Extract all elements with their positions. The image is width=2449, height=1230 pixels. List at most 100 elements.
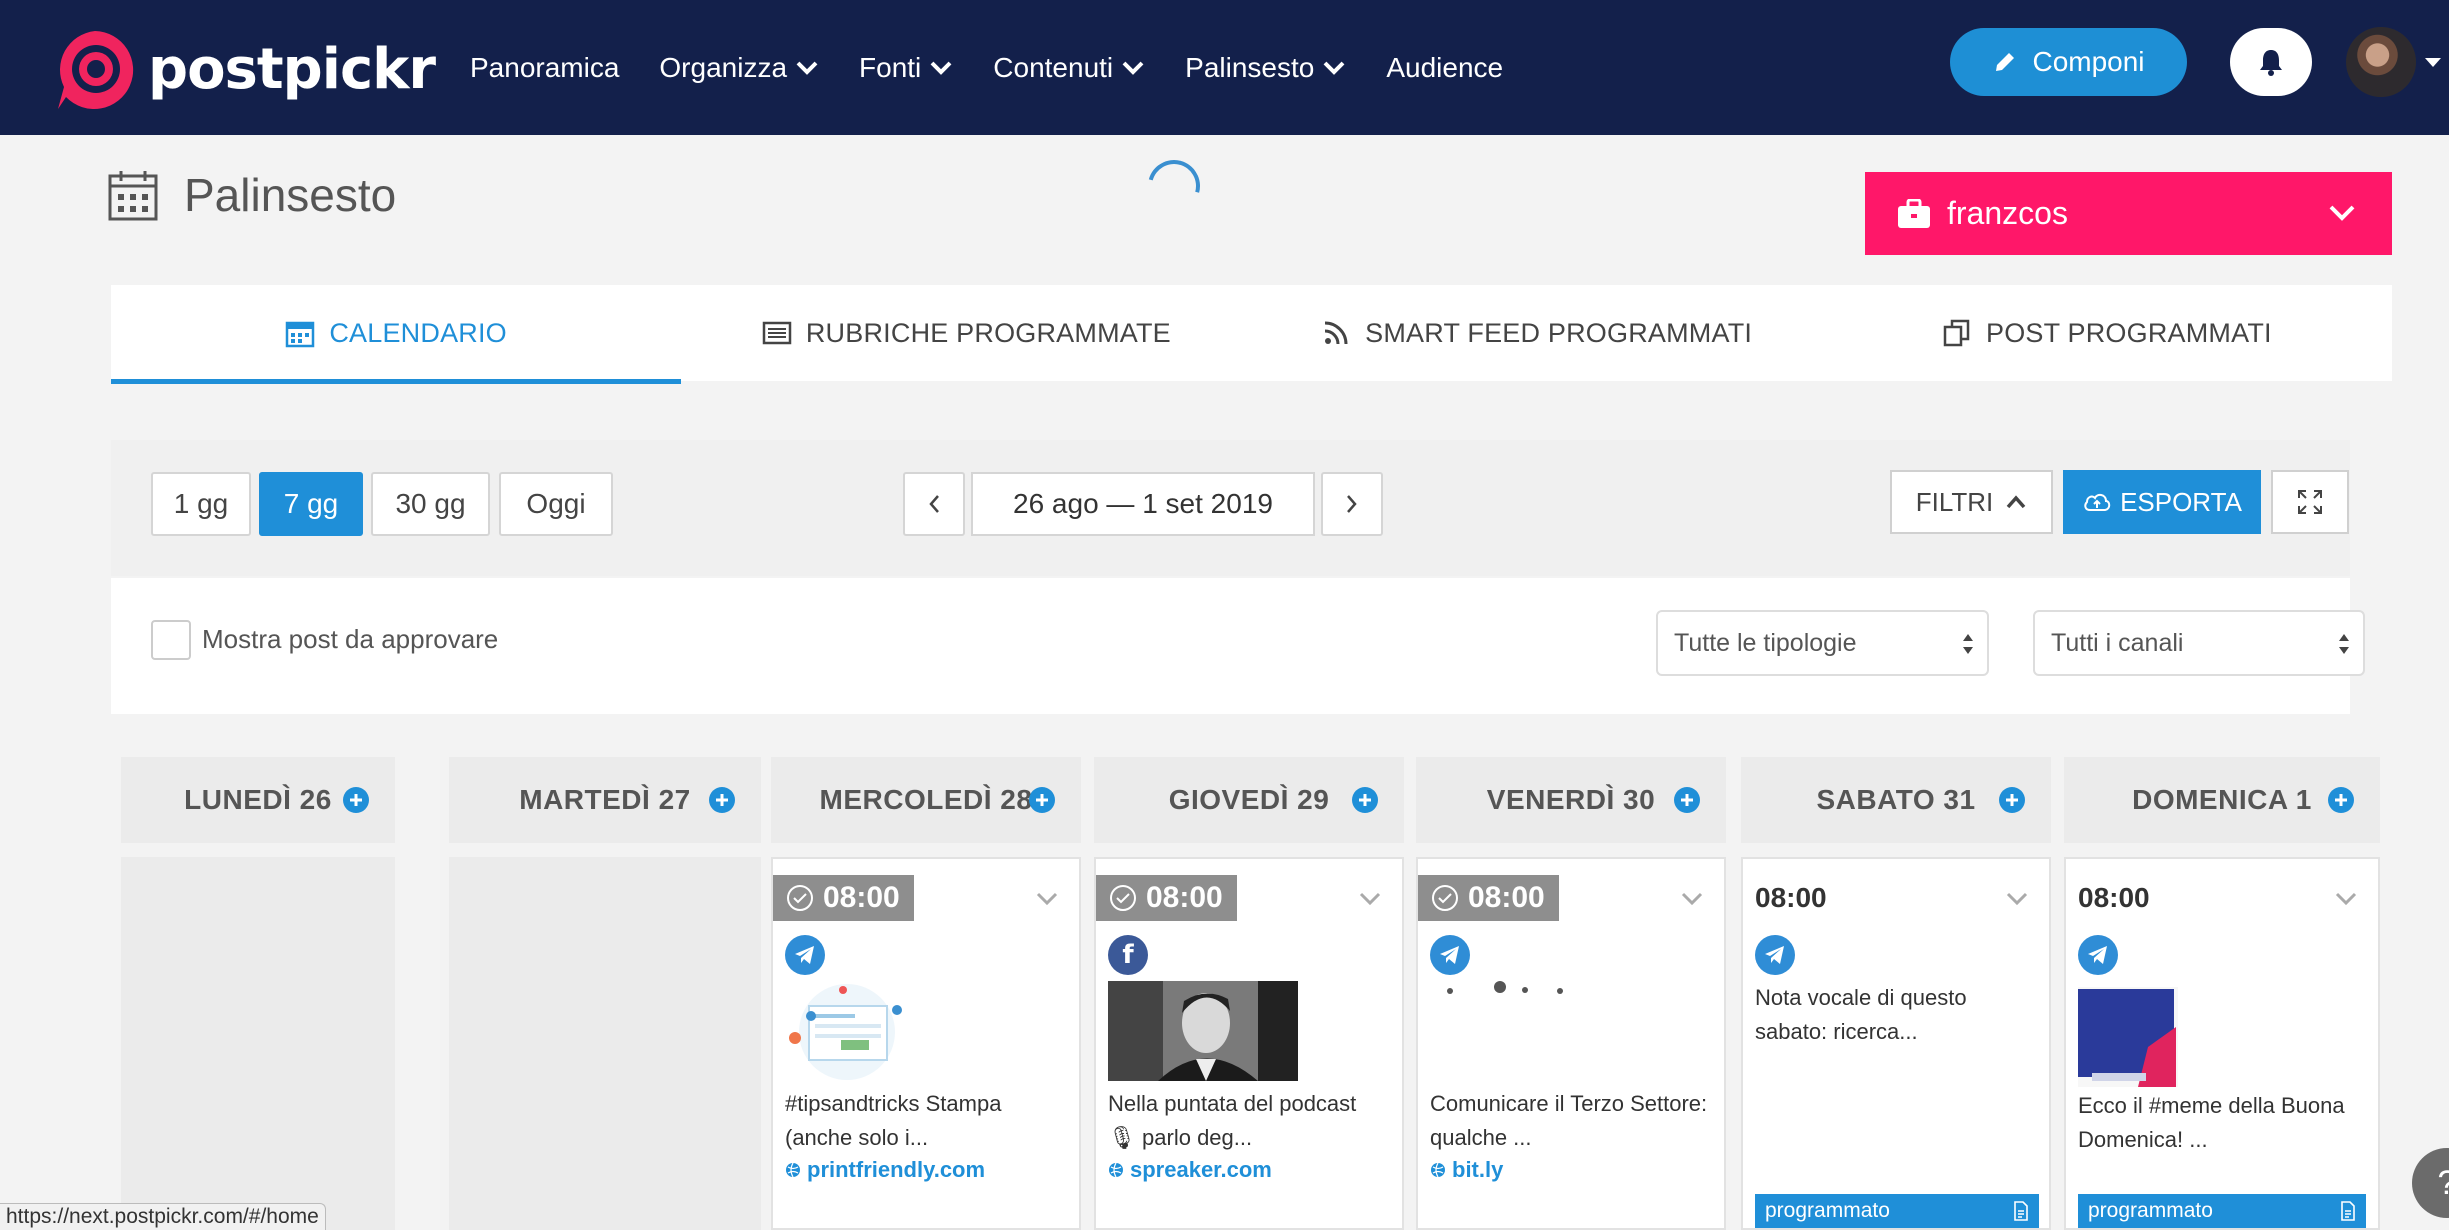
postpickr-logo[interactable]: postpickr: [52, 27, 436, 113]
post-time: 08:00: [823, 881, 900, 914]
post-link[interactable]: bit.ly: [1430, 1157, 1503, 1183]
day-header-friday: VENERDÌ 30: [1416, 757, 1726, 843]
document-icon: [2341, 1201, 2355, 1221]
post-link-text: bit.ly: [1452, 1157, 1504, 1182]
show-pending-checkbox[interactable]: [151, 620, 191, 660]
add-post-plus-icon[interactable]: [709, 787, 735, 813]
tab-label: SMART FEED PROGRAMMATI: [1365, 317, 1753, 348]
add-post-plus-icon[interactable]: [343, 787, 369, 813]
range-label: 30 gg: [395, 488, 466, 519]
copy-icon: [1943, 319, 1970, 347]
account-selector[interactable]: franzcos: [1865, 172, 2392, 255]
post-text: Nota vocale di questo sabato: ricerca...: [1755, 985, 1967, 1044]
document-icon: [2014, 1201, 2028, 1221]
status-text: programmato: [2088, 1199, 2213, 1222]
day-header-monday: LUNEDÌ 26: [121, 757, 395, 843]
nav-item-palinsesto[interactable]: Palinsesto: [1185, 52, 1346, 84]
notifications-button[interactable]: [2230, 28, 2312, 96]
day-label: LUNEDÌ 26: [184, 784, 332, 815]
link-preview-image: [1108, 981, 1298, 1081]
help-chat-icon[interactable]: ?: [2412, 1148, 2449, 1218]
post-card[interactable]: 08:00 Ecco il #meme della Buona Domenica…: [2064, 857, 2380, 1230]
post-link[interactable]: printfriendly.com: [785, 1157, 985, 1183]
next-week-button[interactable]: [1321, 472, 1383, 536]
briefcase-icon: [1898, 198, 1930, 228]
tab-rubriche-programmate[interactable]: RUBRICHE PROGRAMMATE: [681, 285, 1251, 381]
channel-select-value: Tutti i canali: [2051, 628, 2184, 657]
nav-label: Fonti: [859, 51, 922, 83]
page-header: Palinsesto: [108, 168, 396, 222]
pencil-icon: [1996, 53, 2015, 71]
chevron-down-icon[interactable]: [2005, 891, 2029, 907]
caret-down-icon[interactable]: [2425, 58, 2441, 67]
range-1-day-button[interactable]: 1 gg: [151, 472, 251, 536]
tab-label: POST PROGRAMMATI: [1986, 317, 2272, 348]
status-badge: programmato: [2078, 1194, 2366, 1228]
link-preview-image: [789, 984, 902, 1080]
add-post-plus-icon[interactable]: [1029, 787, 1055, 813]
date-range-display[interactable]: 26 ago — 1 set 2019: [971, 472, 1315, 536]
user-avatar[interactable]: [2346, 27, 2416, 97]
day-label: GIOVEDÌ 29: [1168, 784, 1330, 815]
link-preview-image: [1447, 981, 1563, 994]
published-time-badge: 08:00: [1418, 875, 1559, 921]
chevron-down-icon[interactable]: [1680, 891, 1704, 907]
calendar-icon: [286, 321, 315, 348]
nav-item-audience[interactable]: Audience: [1386, 52, 1503, 84]
nav-item-organizza[interactable]: Organizza: [659, 52, 819, 84]
channel-select[interactable]: Tutti i canali: [2033, 610, 2365, 676]
telegram-icon: [1430, 935, 1470, 975]
day-column-tuesday[interactable]: [449, 857, 761, 1230]
tab-post-programmati[interactable]: POST PROGRAMMATI: [1822, 285, 2392, 381]
post-time: 08:00: [1468, 881, 1545, 914]
logo-mark-icon: [58, 31, 134, 109]
post-time: 08:00: [1146, 881, 1223, 914]
post-card[interactable]: 08:00 f Nella puntata del podcast 🎙 parl…: [1094, 857, 1404, 1230]
chevron-down-icon: [1122, 61, 1144, 75]
globe-icon: [1431, 1162, 1445, 1178]
tab-calendario[interactable]: CALENDARIO: [111, 285, 682, 384]
logo-text: postpickr: [148, 37, 436, 102]
nav-item-contenuti[interactable]: Contenuti: [993, 52, 1145, 84]
day-column-monday[interactable]: [121, 857, 395, 1230]
tab-label: RUBRICHE PROGRAMMATE: [805, 317, 1171, 348]
range-7-days-button[interactable]: 7 gg: [259, 472, 363, 536]
list-icon: [762, 321, 792, 345]
status-text: programmato: [1765, 1199, 1890, 1222]
nav-item-panoramica[interactable]: Panoramica: [470, 52, 619, 84]
chevron-down-icon: [930, 61, 952, 75]
day-header-sunday: DOMENICA 1: [2064, 757, 2380, 843]
type-select[interactable]: Tutte le tipologie: [1656, 610, 1989, 676]
sort-arrows-icon: [2339, 634, 2349, 654]
add-post-plus-icon[interactable]: [1999, 787, 2025, 813]
filters-toggle-button[interactable]: FILTRI: [1890, 470, 2053, 534]
chevron-down-icon[interactable]: [1035, 891, 1059, 907]
nav-item-fonti[interactable]: Fonti: [859, 52, 953, 84]
top-navbar: postpickr Panoramica Organizza Fonti Con…: [0, 0, 2449, 135]
fullscreen-button[interactable]: [2271, 470, 2349, 534]
post-card[interactable]: 08:00 Comunicare il Terzo Settore: qualc…: [1416, 857, 1726, 1230]
post-card[interactable]: 08:00 #tipsandtricks Stampa (anche solo …: [771, 857, 1081, 1230]
post-text: Ecco il #meme della Buona Domenica! ...: [2078, 1093, 2345, 1152]
compose-button[interactable]: Componi: [1950, 28, 2187, 96]
chevron-down-icon[interactable]: [1358, 891, 1382, 907]
nav-label: Contenuti: [993, 51, 1114, 83]
post-card[interactable]: 08:00 Nota vocale di questo sabato: rice…: [1741, 857, 2051, 1230]
export-button[interactable]: ESPORTA: [2063, 470, 2261, 534]
post-link[interactable]: spreaker.com: [1108, 1157, 1272, 1183]
today-button[interactable]: Oggi: [499, 472, 613, 536]
type-select-value: Tutte le tipologie: [1674, 628, 1857, 657]
chevron-down-icon[interactable]: [2334, 891, 2358, 907]
range-30-days-button[interactable]: 30 gg: [371, 472, 490, 536]
day-header-thursday: GIOVEDÌ 29: [1094, 757, 1404, 843]
compose-label: Componi: [2032, 46, 2145, 77]
add-post-plus-icon[interactable]: [1674, 787, 1700, 813]
range-label: Oggi: [526, 488, 586, 519]
previous-week-button[interactable]: [903, 472, 965, 536]
tab-smart-feed-programmati[interactable]: SMART FEED PROGRAMMATI: [1252, 285, 1822, 381]
add-post-plus-icon[interactable]: [2328, 787, 2354, 813]
day-header-wednesday: MERCOLEDÌ 28: [771, 757, 1081, 843]
post-link-text: spreaker.com: [1130, 1157, 1272, 1182]
add-post-plus-icon[interactable]: [1352, 787, 1378, 813]
nav-label: Panoramica: [470, 51, 620, 83]
